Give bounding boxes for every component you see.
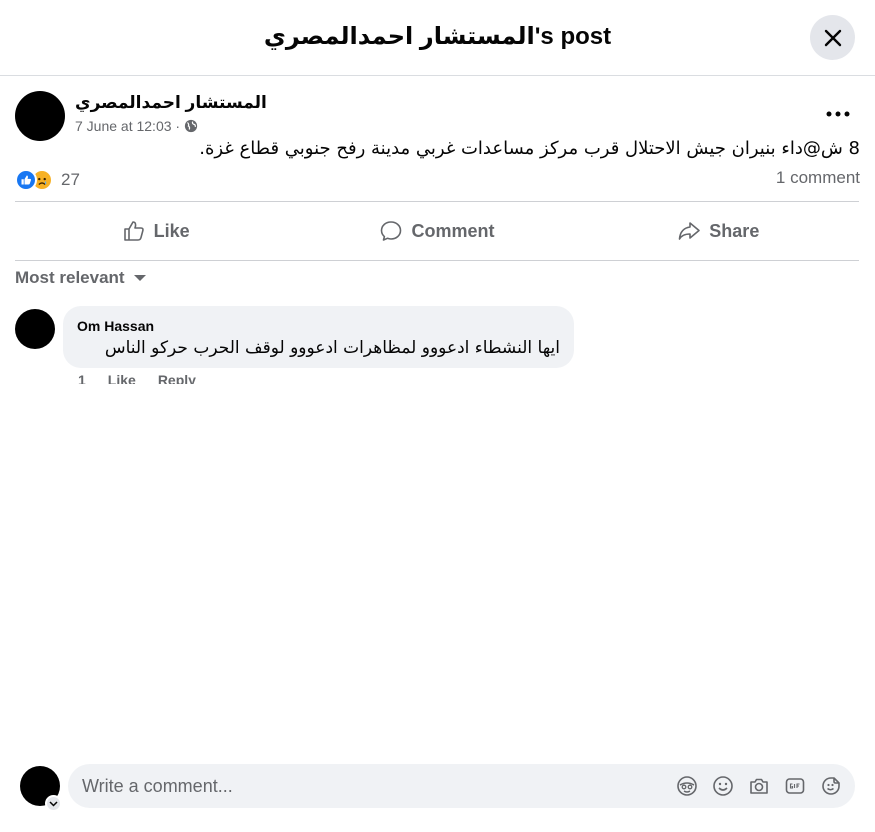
comment-author[interactable]: Om Hassan [77, 318, 560, 334]
avatar-sticker-button[interactable] [675, 774, 699, 798]
commenter-avatar[interactable] [15, 309, 55, 349]
gif-icon [785, 778, 805, 794]
comment-bubble: Om Hassan ايها النشطاء ادعووو لمظاهرات ا… [63, 306, 574, 368]
post-dialog-header: المستشار احمدالمصري's post [0, 0, 875, 76]
post-timestamp[interactable]: 7 June at 12:03 · [75, 118, 180, 134]
camera-icon [750, 778, 768, 794]
gif-button[interactable] [783, 774, 807, 798]
more-icon [826, 111, 850, 117]
post-actions-bar: Like Comment Share [15, 202, 859, 260]
account-switcher-button[interactable] [45, 795, 62, 812]
comment-button[interactable]: Comment [296, 202, 577, 260]
share-button[interactable]: Share [578, 202, 859, 260]
reactions-summary[interactable]: 27 [15, 167, 80, 193]
close-icon [824, 29, 841, 46]
sticker-button[interactable] [819, 774, 843, 798]
comment-reply-button[interactable]: Reply [158, 372, 196, 384]
sort-label: Most relevant [15, 268, 125, 287]
comment-text: ايها النشطاء ادعووو لمظاهرات ادعووو لوقف… [104, 338, 560, 358]
comment-actions: 1 Like Reply [78, 372, 196, 384]
comment-sort-dropdown[interactable]: Most relevant [15, 268, 147, 288]
author-name[interactable]: المستشار احمدالمصري [75, 93, 267, 113]
comment-like-button[interactable]: Like [108, 372, 136, 384]
dialog-title: المستشار احمدالمصري's post [263, 23, 612, 50]
like-label: Like [153, 220, 190, 241]
composer-tools [675, 774, 855, 798]
sticker-icon [822, 777, 840, 795]
close-button[interactable] [810, 15, 855, 60]
post-meta: 7 June at 12:03 · [75, 118, 198, 134]
author-avatar[interactable] [15, 91, 65, 141]
comment-label: Comment [411, 220, 495, 241]
emoji-icon [713, 776, 733, 796]
emoji-button[interactable] [711, 774, 735, 798]
like-button[interactable]: Like [15, 202, 296, 260]
globe-icon [184, 119, 198, 133]
more-options-button[interactable] [822, 100, 854, 128]
comment-composer [68, 764, 855, 808]
thumbs-up-icon [123, 221, 144, 241]
comment-count-link[interactable]: 1 comment [776, 168, 860, 188]
share-icon [678, 222, 701, 240]
chevron-down-icon [49, 800, 58, 807]
caret-down-icon [133, 275, 146, 281]
comment-input[interactable] [68, 764, 675, 808]
divider [15, 260, 859, 261]
reaction-count: 27 [61, 170, 80, 189]
comment-icon [381, 221, 402, 241]
camera-button[interactable] [747, 774, 771, 798]
comment-time[interactable]: 1 [78, 372, 86, 384]
post-text: 8 ش@داء بنيران جيش الاحتلال قرب مركز مسا… [199, 138, 860, 159]
like-reaction-icon [15, 169, 37, 191]
share-label: Share [709, 220, 760, 241]
avatar-sticker-icon [677, 776, 697, 796]
